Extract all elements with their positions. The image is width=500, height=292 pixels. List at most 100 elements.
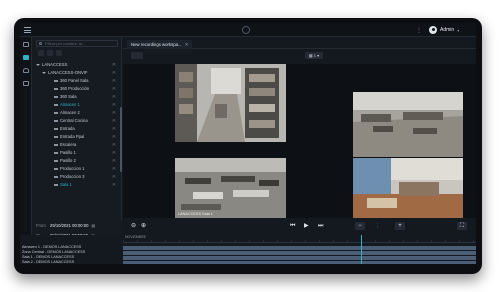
timeline-ruler[interactable]: NOVIEMBRE xyxy=(123,235,476,243)
fullscreen-button[interactable]: ⛶ xyxy=(457,222,467,230)
video-feed-3[interactable]: LANACCESS Sala 1 xyxy=(175,158,286,218)
recording-track[interactable] xyxy=(123,251,476,255)
tree-camera-item[interactable]: Pasillo 1 ⇱ xyxy=(36,149,118,157)
camera-nav-icon[interactable] xyxy=(23,42,29,47)
open-stream-icon[interactable]: ⇱ xyxy=(113,125,116,133)
tree-item-label: Entrada Ppal xyxy=(60,134,85,139)
open-stream-icon[interactable]: ⇱ xyxy=(113,173,116,181)
close-icon[interactable]: ✕ xyxy=(185,42,189,47)
zoom-in-icon[interactable]: ⊕ xyxy=(141,223,146,229)
open-stream-icon[interactable]: ⇱ xyxy=(113,77,116,85)
open-stream-icon[interactable]: ⇱ xyxy=(113,61,116,69)
open-stream-icon[interactable]: ⇱ xyxy=(113,69,116,77)
search-input[interactable]: Filtrar por nombre, id... xyxy=(36,40,118,47)
open-stream-icon[interactable]: ⇱ xyxy=(113,149,116,157)
room-scene xyxy=(353,158,463,218)
tree-item-label: Entrada xyxy=(60,126,75,131)
layout-selector[interactable]: ▦ 1 ▾ xyxy=(305,52,323,59)
camera-icon xyxy=(54,167,58,171)
tree-camera-item[interactable]: Central Cocina ⇱ xyxy=(36,117,118,125)
add-icon[interactable] xyxy=(38,50,44,56)
recording-track[interactable] xyxy=(123,261,476,264)
warehouse-scene xyxy=(175,64,286,142)
playback-controls: ⊖ ⊕ ⏮ ▶ ⏭ − ⋮ + ⛶ xyxy=(123,220,476,234)
tree-camera-item[interactable]: Produccion 3 ⇱ xyxy=(36,173,118,181)
speed-indicator-icon: ⋮ xyxy=(375,223,380,229)
tree-folder[interactable]: LANACCESS-ONVIF ⇱ xyxy=(36,69,118,77)
search-icon xyxy=(39,42,42,45)
workspace-tabs: New recordings workspa... ✕ xyxy=(123,39,476,49)
tree-camera-item[interactable]: Produccion 1 ⇱ xyxy=(36,165,118,173)
download-nav-icon[interactable] xyxy=(23,81,29,86)
tree-item-label: Pasillo 1 xyxy=(60,150,76,155)
tree-folder[interactable]: LANACCESS ⇱ xyxy=(36,61,118,69)
tree-scrollbar[interactable] xyxy=(120,107,122,172)
open-stream-icon[interactable]: ⇱ xyxy=(113,181,116,189)
tree-camera-item[interactable]: 360 Panel Sala ⇱ xyxy=(36,77,118,85)
refresh-icon[interactable] xyxy=(56,50,62,56)
loading-spinner-icon xyxy=(242,26,250,34)
video-feed-4[interactable] xyxy=(353,158,463,218)
filter-icon[interactable] xyxy=(47,50,53,56)
tree-camera-item[interactable]: 360 Producción ⇱ xyxy=(36,85,118,93)
tree-camera-item[interactable]: Pasillo 2 ⇱ xyxy=(36,157,118,165)
topbar: ⋮ Admin ▾ xyxy=(20,23,476,37)
alerts-nav-icon[interactable] xyxy=(23,68,29,73)
tree-camera-item[interactable]: 360 Sala ⇱ xyxy=(36,93,118,101)
tree-item-label: LANACCESS xyxy=(42,62,68,67)
open-stream-icon[interactable]: ⇱ xyxy=(113,117,116,125)
timeline-row: Sala 2 - DEMOS LANACCESS xyxy=(20,260,476,264)
tree-camera-item[interactable]: Escalera ⇱ xyxy=(36,141,118,149)
tree-item-label: Escalera xyxy=(60,142,77,147)
plus-button[interactable]: + xyxy=(395,222,405,230)
user-menu[interactable]: Admin ▾ xyxy=(429,26,459,34)
device-tree: LANACCESS ⇱ LANACCESS-ONVIF ⇱ 360 Panel Sala… xyxy=(36,61,118,189)
chevron-down-icon: ▾ xyxy=(317,53,320,58)
minus-button[interactable]: − xyxy=(355,222,365,230)
zoom-out-icon[interactable]: ⊖ xyxy=(131,223,136,229)
ruler-label: NOVIEMBRE xyxy=(125,235,147,239)
video-feed-1[interactable] xyxy=(175,64,286,142)
play-icon[interactable]: ▶ xyxy=(304,223,309,229)
open-stream-icon[interactable]: ⇱ xyxy=(113,141,116,149)
tree-item-label: Almacen 2 xyxy=(60,110,80,115)
tree-camera-item[interactable]: Sala 1 ⇱ xyxy=(36,181,118,189)
open-stream-icon[interactable]: ⇱ xyxy=(113,93,116,101)
timeline: NOVIEMBRE Almacen 1 - DEMOS LANACCESS Zon… xyxy=(20,235,476,264)
open-stream-icon[interactable]: ⇱ xyxy=(113,109,116,117)
open-stream-icon[interactable]: ⇱ xyxy=(113,85,116,93)
fit-view-button[interactable] xyxy=(131,52,143,59)
timeline-row-label: Sala 2 - DEMOS LANACCESS xyxy=(22,260,75,264)
camera-icon xyxy=(54,151,58,155)
tree-item-label: Produccion 1 xyxy=(60,166,85,171)
video-feed-2[interactable] xyxy=(353,92,463,157)
tab-recordings-workspace[interactable]: New recordings workspa... ✕ xyxy=(127,40,193,49)
recordings-nav-icon[interactable] xyxy=(23,55,29,60)
user-name: Admin xyxy=(440,27,455,33)
from-date[interactable]: 29/10/2021 00:00:00 xyxy=(50,223,88,228)
recording-track[interactable] xyxy=(123,256,476,260)
feed-label: LANACCESS Sala 1 xyxy=(178,212,213,216)
open-stream-icon[interactable]: ⇱ xyxy=(113,133,116,141)
open-stream-icon[interactable]: ⇱ xyxy=(113,101,116,109)
hamburger-icon[interactable] xyxy=(24,27,31,33)
skip-forward-icon[interactable]: ⏭ xyxy=(318,223,323,229)
camera-icon xyxy=(54,95,58,99)
open-stream-icon[interactable]: ⇱ xyxy=(113,165,116,173)
camera-icon xyxy=(54,143,58,147)
notifications-icon[interactable]: ⋮ xyxy=(416,27,422,34)
tree-item-label: LANACCESS-ONVIF xyxy=(48,70,88,75)
nav-rail xyxy=(20,37,32,264)
recording-track[interactable] xyxy=(123,246,476,250)
tree-camera-item[interactable]: Entrada Ppal ⇱ xyxy=(36,133,118,141)
workspace-scene xyxy=(175,158,286,218)
tree-camera-item[interactable]: Almacen 2 ⇱ xyxy=(36,109,118,117)
tree-item-label: Almacen 1 xyxy=(60,102,80,107)
open-stream-icon[interactable]: ⇱ xyxy=(113,157,116,165)
skip-back-icon[interactable]: ⏮ xyxy=(290,223,295,229)
camera-icon xyxy=(54,175,58,179)
calendar-icon[interactable]: ▦ xyxy=(91,223,95,228)
tree-camera-item[interactable]: Entrada ⇱ xyxy=(36,125,118,133)
tree-camera-item[interactable]: Almacen 1 ⇱ xyxy=(36,101,118,109)
playhead[interactable] xyxy=(361,235,362,264)
